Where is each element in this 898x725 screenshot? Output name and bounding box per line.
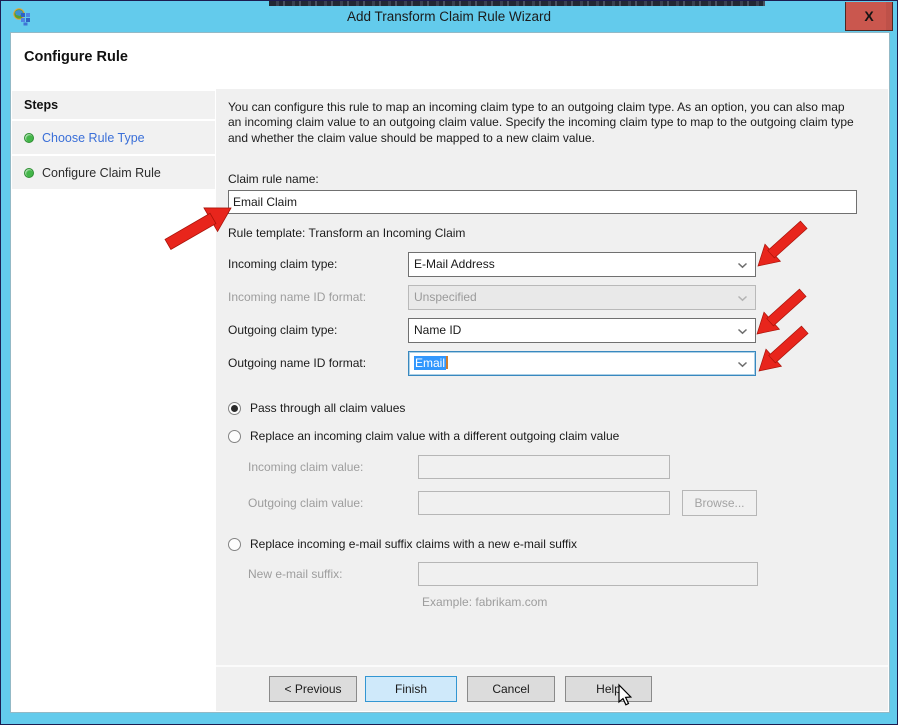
claim-rule-name-label: Claim rule name: xyxy=(228,172,319,186)
finish-button[interactable]: Finish xyxy=(365,676,457,702)
incoming-claim-type-label: Incoming claim type: xyxy=(228,252,337,277)
step-label: Configure Claim Rule xyxy=(42,166,161,180)
description-text: You can configure this rule to map an in… xyxy=(228,100,856,146)
step-complete-icon xyxy=(24,133,34,143)
steps-heading: Steps xyxy=(12,91,215,119)
cancel-button[interactable]: Cancel xyxy=(467,676,555,702)
incoming-name-id-format-label: Incoming name ID format: xyxy=(228,285,366,310)
incoming-name-id-format-combo: Unspecified xyxy=(408,285,756,310)
radio-label: Replace an incoming claim value with a d… xyxy=(250,429,619,443)
outgoing-claim-value-label: Outgoing claim value: xyxy=(248,491,363,516)
chevron-down-icon xyxy=(737,328,748,335)
browse-button: Browse... xyxy=(682,490,757,516)
suffix-example-text: Example: fabrikam.com xyxy=(422,595,547,609)
incoming-claim-value-label: Incoming claim value: xyxy=(248,455,363,480)
outgoing-claim-type-combo[interactable]: Name ID xyxy=(408,318,756,343)
close-button[interactable]: X xyxy=(845,2,893,31)
outgoing-claim-type-label: Outgoing claim type: xyxy=(228,318,337,343)
combo-value: Name ID xyxy=(414,323,461,337)
help-button[interactable]: Help xyxy=(565,676,652,702)
wizard-dialog: Add Transform Claim Rule Wizard X Config… xyxy=(0,0,898,725)
text-caret xyxy=(446,356,448,369)
previous-button[interactable]: < Previous xyxy=(269,676,357,702)
radio-replace-claim-value[interactable]: Replace an incoming claim value with a d… xyxy=(228,429,619,443)
radio-label: Pass through all claim values xyxy=(250,401,405,415)
background-window-sliver xyxy=(269,1,765,6)
radio-unselected-icon[interactable] xyxy=(228,430,241,443)
outgoing-claim-value-input xyxy=(418,491,670,515)
radio-selected-icon[interactable] xyxy=(228,402,241,415)
combo-value: E-Mail Address xyxy=(414,257,495,271)
new-email-suffix-label: New e-mail suffix: xyxy=(248,562,342,587)
claim-rule-name-input[interactable] xyxy=(228,190,857,214)
dialog-body: Configure Rule Steps Choose Rule Type Co… xyxy=(10,32,890,713)
chevron-down-icon xyxy=(737,361,748,368)
radio-unselected-icon[interactable] xyxy=(228,538,241,551)
step-label: Choose Rule Type xyxy=(42,131,145,145)
titlebar[interactable]: Add Transform Claim Rule Wizard xyxy=(2,2,896,32)
selected-combo-text: Email xyxy=(414,356,446,370)
new-email-suffix-input xyxy=(418,562,758,586)
outgoing-name-id-format-label: Outgoing name ID format: xyxy=(228,351,366,376)
radio-label: Replace incoming e-mail suffix claims wi… xyxy=(250,537,577,551)
step-complete-icon xyxy=(24,168,34,178)
sidebar-item-configure-claim-rule[interactable]: Configure Claim Rule xyxy=(12,156,215,189)
incoming-claim-type-combo[interactable]: E-Mail Address xyxy=(408,252,756,277)
button-bar: < Previous Finish Cancel Help xyxy=(216,665,888,711)
radio-replace-email-suffix[interactable]: Replace incoming e-mail suffix claims wi… xyxy=(228,537,577,551)
sidebar-item-choose-rule-type[interactable]: Choose Rule Type xyxy=(12,121,215,154)
outgoing-name-id-format-combo[interactable]: Email xyxy=(408,351,756,376)
radio-pass-through[interactable]: Pass through all claim values xyxy=(228,401,405,415)
window-title: Add Transform Claim Rule Wizard xyxy=(2,2,896,32)
page-title: Configure Rule xyxy=(24,49,128,65)
chevron-down-icon xyxy=(737,295,748,302)
main-panel: You can configure this rule to map an in… xyxy=(216,89,888,665)
rule-template-text: Rule template: Transform an Incoming Cla… xyxy=(228,226,465,240)
incoming-claim-value-input xyxy=(418,455,670,479)
combo-value: Unspecified xyxy=(414,290,477,304)
chevron-down-icon xyxy=(737,262,748,269)
steps-sidebar: Steps Choose Rule Type Configure Claim R… xyxy=(11,89,215,712)
